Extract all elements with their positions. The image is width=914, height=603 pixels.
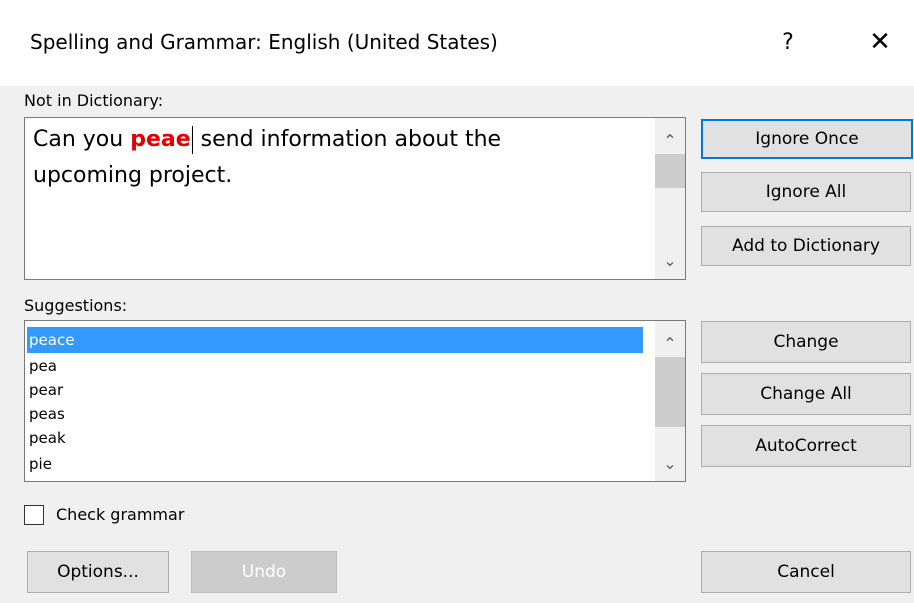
- suggestion-item[interactable]: pear: [27, 377, 643, 403]
- autocorrect-button[interactable]: AutoCorrect: [701, 425, 911, 467]
- suggestion-item[interactable]: peas: [27, 401, 643, 427]
- text-scrollbar[interactable]: ⌃ ⌄: [655, 118, 685, 279]
- suggestions-scroll-down-icon[interactable]: ⌄: [655, 449, 685, 477]
- suggestion-item[interactable]: peak: [27, 425, 643, 451]
- suggestions-scrollbar[interactable]: ⌃ ⌄: [655, 321, 685, 481]
- cancel-button[interactable]: Cancel: [701, 551, 911, 593]
- error-word: peae: [130, 127, 191, 152]
- window-title: Spelling and Grammar: English (United St…: [30, 30, 498, 54]
- suggestions-label: Suggestions:: [24, 296, 128, 315]
- check-grammar-label[interactable]: Check grammar: [56, 505, 184, 524]
- suggestion-item[interactable]: pea: [27, 353, 643, 379]
- suggestion-item[interactable]: pie: [27, 451, 643, 477]
- text-after-error: send information about the: [193, 127, 502, 152]
- help-button[interactable]: ?: [770, 22, 806, 62]
- suggestion-item[interactable]: peace: [27, 327, 643, 353]
- suggestions-list[interactable]: peace pea pear peas peak pie ⌃ ⌄: [24, 320, 686, 482]
- scroll-thumb[interactable]: [655, 154, 685, 188]
- text-caret: [191, 126, 193, 154]
- sentence-line-2: upcoming project.: [33, 163, 233, 188]
- suggestions-scroll-up-icon[interactable]: ⌃: [655, 329, 685, 357]
- close-button[interactable]: ✕: [860, 22, 900, 62]
- options-button[interactable]: Options...: [27, 551, 169, 593]
- change-button[interactable]: Change: [701, 321, 911, 363]
- suggestions-scroll-thumb[interactable]: [655, 357, 685, 427]
- scroll-down-icon[interactable]: ⌄: [655, 246, 685, 274]
- ignore-once-button[interactable]: Ignore Once: [701, 119, 913, 159]
- text-before-error: Can you: [33, 127, 131, 152]
- sentence-text: Can you peae send information about the …: [33, 122, 633, 194]
- change-all-button[interactable]: Change All: [701, 373, 911, 415]
- check-grammar-checkbox[interactable]: [24, 505, 44, 525]
- scroll-up-icon[interactable]: ⌃: [655, 126, 685, 154]
- undo-button: Undo: [191, 551, 337, 593]
- ignore-all-button[interactable]: Ignore All: [701, 172, 911, 212]
- not-in-dictionary-label: Not in Dictionary:: [24, 91, 164, 110]
- not-in-dictionary-textbox[interactable]: Can you peae send information about the …: [24, 117, 686, 280]
- add-to-dictionary-button[interactable]: Add to Dictionary: [701, 226, 911, 266]
